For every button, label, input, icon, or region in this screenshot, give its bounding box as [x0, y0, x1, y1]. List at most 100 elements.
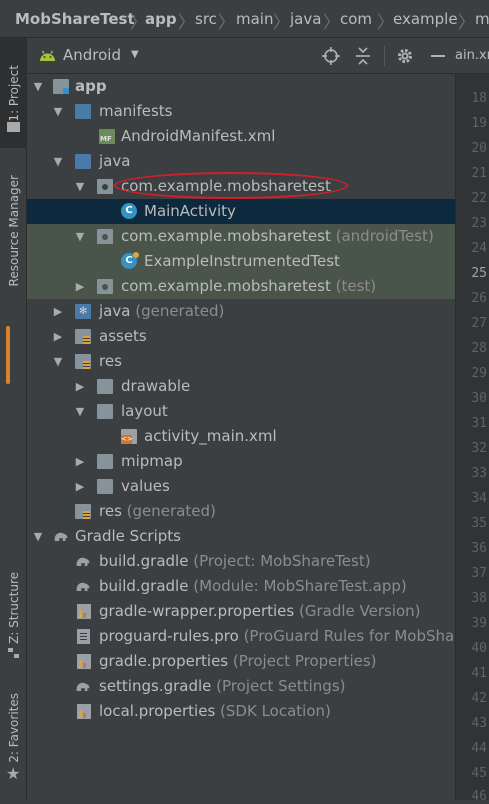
gradle-elephant-icon — [54, 532, 68, 541]
line-number: 38 — [471, 591, 487, 606]
chevron-down-icon[interactable]: ▼ — [73, 399, 87, 424]
line-number: 30 — [471, 391, 487, 406]
line-number: 33 — [471, 466, 487, 481]
breadcrumb-com[interactable]: com — [340, 10, 372, 28]
tree-item-activity-main-xml[interactable]: <> activity_main.xml — [27, 424, 455, 449]
tab-favorites-label: 2: Favorites — [6, 693, 21, 763]
tree-item-label: gradle.properties (Project Properties) — [99, 652, 377, 670]
tree-item-package-test[interactable]: ▶ com.example.mobsharetest (test) — [27, 274, 455, 299]
breadcrumb-example[interactable]: example — [393, 10, 458, 28]
chevron-down-icon[interactable]: ▼ — [73, 174, 87, 199]
project-tree: ▼ app ▼ manifests MF AndroidManifest.xml… — [27, 74, 460, 800]
tree-item-label: mipmap — [121, 452, 183, 470]
tree-item-manifests[interactable]: ▼ manifests — [27, 99, 455, 124]
line-number: 36 — [471, 541, 487, 556]
gear-icon[interactable] — [396, 47, 414, 65]
chevron-down-icon[interactable]: ▼ — [51, 149, 65, 174]
tree-item-label: settings.gradle (Project Settings) — [99, 677, 346, 695]
tab-favorites[interactable]: 2: Favorites — [0, 686, 27, 770]
android-icon — [40, 50, 55, 61]
tree-item-local-properties[interactable]: local.properties (SDK Location) — [27, 699, 455, 724]
breadcrumb-project[interactable]: MobShareTest — [15, 10, 135, 28]
tree-item-gradle-wrapper-properties[interactable]: gradle-wrapper.properties (Gradle Versio… — [27, 599, 455, 624]
gradle-elephant-icon — [76, 682, 90, 691]
line-number: 19 — [471, 116, 487, 131]
tree-item-res[interactable]: ▼ res — [27, 349, 455, 374]
tree-item-gradle-properties[interactable]: gradle.properties (Project Properties) — [27, 649, 455, 674]
tree-item-app[interactable]: ▼ app — [27, 74, 455, 99]
line-number: 40 — [471, 641, 487, 656]
tree-item-java-generated[interactable]: ▶ ✻ java (generated) — [27, 299, 455, 324]
tree-item-label: drawable — [121, 377, 191, 395]
editor-tab-label: ain.xn — [455, 48, 489, 63]
tree-item-label: res (generated) — [99, 502, 216, 520]
tree-item-label: proguard-rules.pro (ProGuard Rules for M… — [99, 627, 461, 645]
tree-item-mainactivity[interactable]: C MainActivity — [27, 199, 455, 224]
chevron-down-icon[interactable]: ▼ — [131, 49, 139, 60]
chevron-right-icon[interactable]: ▶ — [73, 374, 87, 399]
view-mode-select[interactable]: Android — [63, 46, 121, 64]
gradle-elephant-icon — [76, 582, 90, 591]
tab-project-label: 1: Project — [6, 64, 21, 122]
breadcrumb-java[interactable]: java — [290, 10, 321, 28]
collapse-all-icon[interactable] — [355, 47, 371, 65]
breadcrumb-app[interactable]: app — [145, 10, 177, 28]
chevron-right-icon[interactable]: ▶ — [73, 274, 87, 299]
tree-item-mipmap[interactable]: ▶ mipmap — [27, 449, 455, 474]
breadcrumb-src[interactable]: src — [195, 10, 217, 28]
tree-item-androidmanifest[interactable]: MF AndroidManifest.xml — [27, 124, 455, 149]
tree-item-gradle-scripts[interactable]: ▼ Gradle Scripts — [27, 524, 455, 549]
tree-item-layout[interactable]: ▼ layout — [27, 399, 455, 424]
scroll-indicator — [6, 326, 10, 384]
minimize-icon[interactable] — [430, 47, 446, 65]
line-number: 42 — [471, 691, 487, 706]
locate-target-icon[interactable] — [322, 47, 340, 65]
breadcrumb-separator-icon: 〉 — [458, 13, 475, 33]
tab-structure[interactable]: Z: Structure — [0, 558, 27, 658]
tree-item-java[interactable]: ▼ java — [27, 149, 455, 174]
line-number: 32 — [471, 441, 487, 456]
text-file-icon — [77, 629, 90, 644]
tree-item-assets[interactable]: ▶ assets — [27, 324, 455, 349]
line-number: 21 — [471, 166, 487, 181]
breadcrumb-main[interactable]: main — [236, 10, 273, 28]
manifest-file-icon: MF — [99, 129, 115, 144]
folder-icon — [75, 104, 91, 119]
tree-item-settings-gradle[interactable]: settings.gradle (Project Settings) — [27, 674, 455, 699]
chevron-down-icon[interactable]: ▼ — [51, 349, 65, 374]
tree-item-build-gradle-project[interactable]: build.gradle (Project: MobShareTest) — [27, 549, 455, 574]
chevron-right-icon[interactable]: ▶ — [73, 474, 87, 499]
chevron-down-icon[interactable]: ▼ — [73, 224, 87, 249]
line-number: 45 — [471, 766, 487, 781]
chevron-down-icon[interactable]: ▼ — [51, 99, 65, 124]
properties-file-icon — [77, 704, 91, 719]
chevron-down-icon[interactable]: ▼ — [31, 524, 45, 549]
chevron-right-icon[interactable]: ▶ — [51, 299, 65, 324]
tree-item-drawable[interactable]: ▶ drawable — [27, 374, 455, 399]
tab-resource-manager[interactable]: Resource Manager — [0, 168, 27, 294]
tree-item-label: res — [99, 352, 122, 370]
line-number: 39 — [471, 616, 487, 631]
breadcrumb: MobShareTest 〉 app 〉 src 〉 main 〉 java 〉… — [0, 0, 489, 38]
tree-item-build-gradle-module[interactable]: build.gradle (Module: MobShareTest.app) — [27, 574, 455, 599]
tree-item-proguard-rules[interactable]: proguard-rules.pro (ProGuard Rules for M… — [27, 624, 460, 649]
tree-item-label: assets — [99, 327, 147, 345]
tree-item-exampleinstrumentedtest[interactable]: C ExampleInstrumentedTest — [27, 249, 455, 274]
chevron-right-icon[interactable]: ▶ — [51, 324, 65, 349]
line-number: 26 — [471, 291, 487, 306]
tree-item-label: java (generated) — [99, 302, 225, 320]
chevron-down-icon[interactable]: ▼ — [31, 74, 45, 99]
editor-tab[interactable]: ain.xn — [455, 38, 489, 74]
breadcrumb-main-truncated[interactable]: m — [475, 10, 489, 28]
chevron-right-icon[interactable]: ▶ — [73, 449, 87, 474]
tree-item-package-androidtest[interactable]: ▼ com.example.mobsharetest (androidTest) — [27, 224, 455, 249]
tree-item-values[interactable]: ▶ values — [27, 474, 455, 499]
package-icon — [97, 279, 113, 294]
layout-file-icon: <> — [121, 429, 137, 444]
module-folder-icon — [53, 79, 69, 94]
line-number: 37 — [471, 566, 487, 581]
tree-item-package-main[interactable]: ▼ com.example.mobsharetest — [27, 174, 455, 199]
tree-item-res-generated[interactable]: res (generated) — [27, 499, 455, 524]
tree-item-label: local.properties (SDK Location) — [99, 702, 331, 720]
generated-folder-icon: ✻ — [75, 304, 91, 319]
